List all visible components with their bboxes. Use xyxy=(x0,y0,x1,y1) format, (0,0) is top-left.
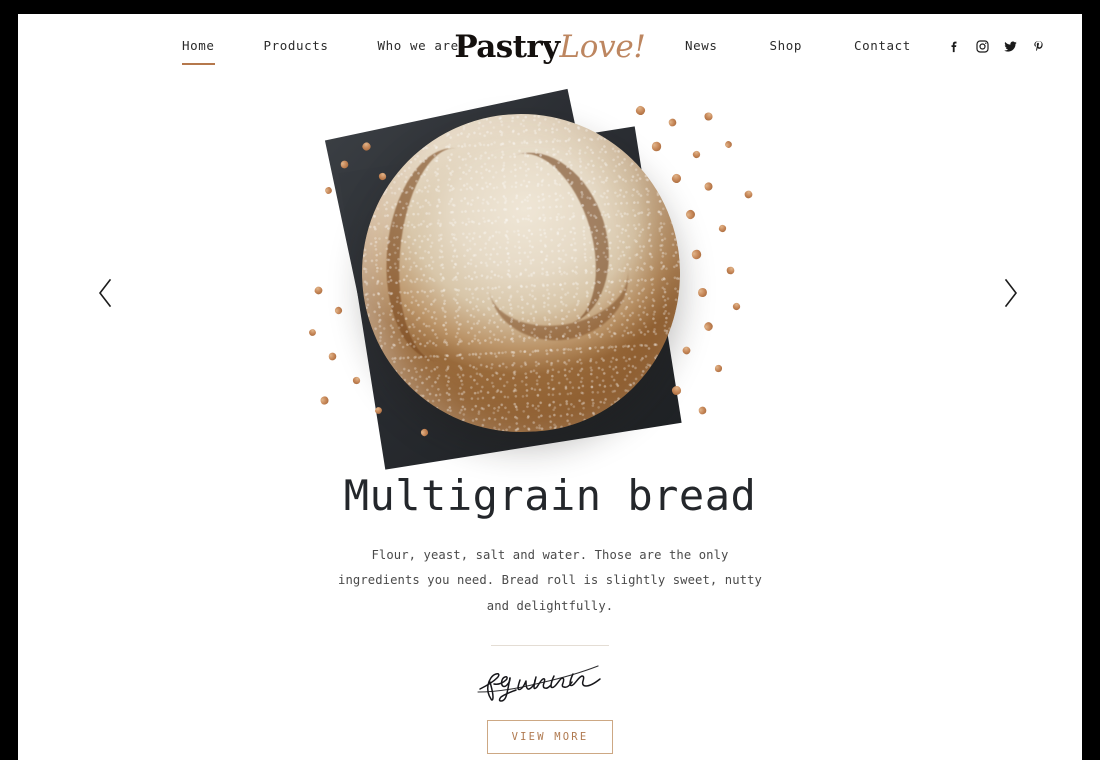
nav-item-home[interactable]: Home xyxy=(182,38,215,65)
nav-item-label: Shop xyxy=(769,38,803,53)
bread-photo xyxy=(300,88,800,490)
logo-accent-text: Love! xyxy=(559,29,646,65)
slide-caption: Multigrain bread Flour, yeast, salt and … xyxy=(18,472,1082,754)
hero-slide-image xyxy=(18,88,1082,490)
nav-item-products[interactable]: Products xyxy=(264,38,329,65)
nav-item-shop[interactable]: Shop xyxy=(770,38,803,65)
site-header: Home Products Who we are News Shop Conta… xyxy=(18,14,1082,76)
instagram-icon[interactable] xyxy=(975,39,990,54)
nav-item-who-we-are[interactable]: Who we are xyxy=(378,38,459,65)
nav-item-label: Who we are xyxy=(377,38,459,53)
caption-divider xyxy=(491,645,609,647)
view-more-button[interactable]: VIEW MORE xyxy=(486,720,614,754)
primary-nav-right: News Shop Contact xyxy=(685,38,963,65)
chevron-left-icon xyxy=(95,277,115,309)
nav-item-label: Home xyxy=(182,38,215,53)
pinterest-icon[interactable] xyxy=(1031,39,1046,54)
slide-title: Multigrain bread xyxy=(343,471,757,520)
nav-item-label: News xyxy=(685,38,718,53)
logo-primary-text: Pastry xyxy=(454,29,560,65)
signature-mark xyxy=(470,662,630,706)
page-canvas: Home Products Who we are News Shop Conta… xyxy=(18,14,1082,760)
slide-description: Flour, yeast, salt and water. Those are … xyxy=(338,548,762,613)
active-underline xyxy=(182,62,215,65)
nav-item-label: Contact xyxy=(854,38,911,53)
slider-prev-button[interactable] xyxy=(84,272,126,314)
nav-item-news[interactable]: News xyxy=(685,38,718,65)
nav-item-label: Products xyxy=(263,38,329,53)
facebook-icon[interactable] xyxy=(947,39,962,54)
social-links xyxy=(947,39,1046,54)
slider-next-button[interactable] xyxy=(990,272,1032,314)
site-logo[interactable]: PastryLove! xyxy=(454,32,645,63)
chevron-right-icon xyxy=(1001,277,1021,309)
page-frame: Home Products Who we are News Shop Conta… xyxy=(0,0,1100,760)
nav-item-contact[interactable]: Contact xyxy=(854,38,911,65)
twitter-icon[interactable] xyxy=(1003,39,1018,54)
